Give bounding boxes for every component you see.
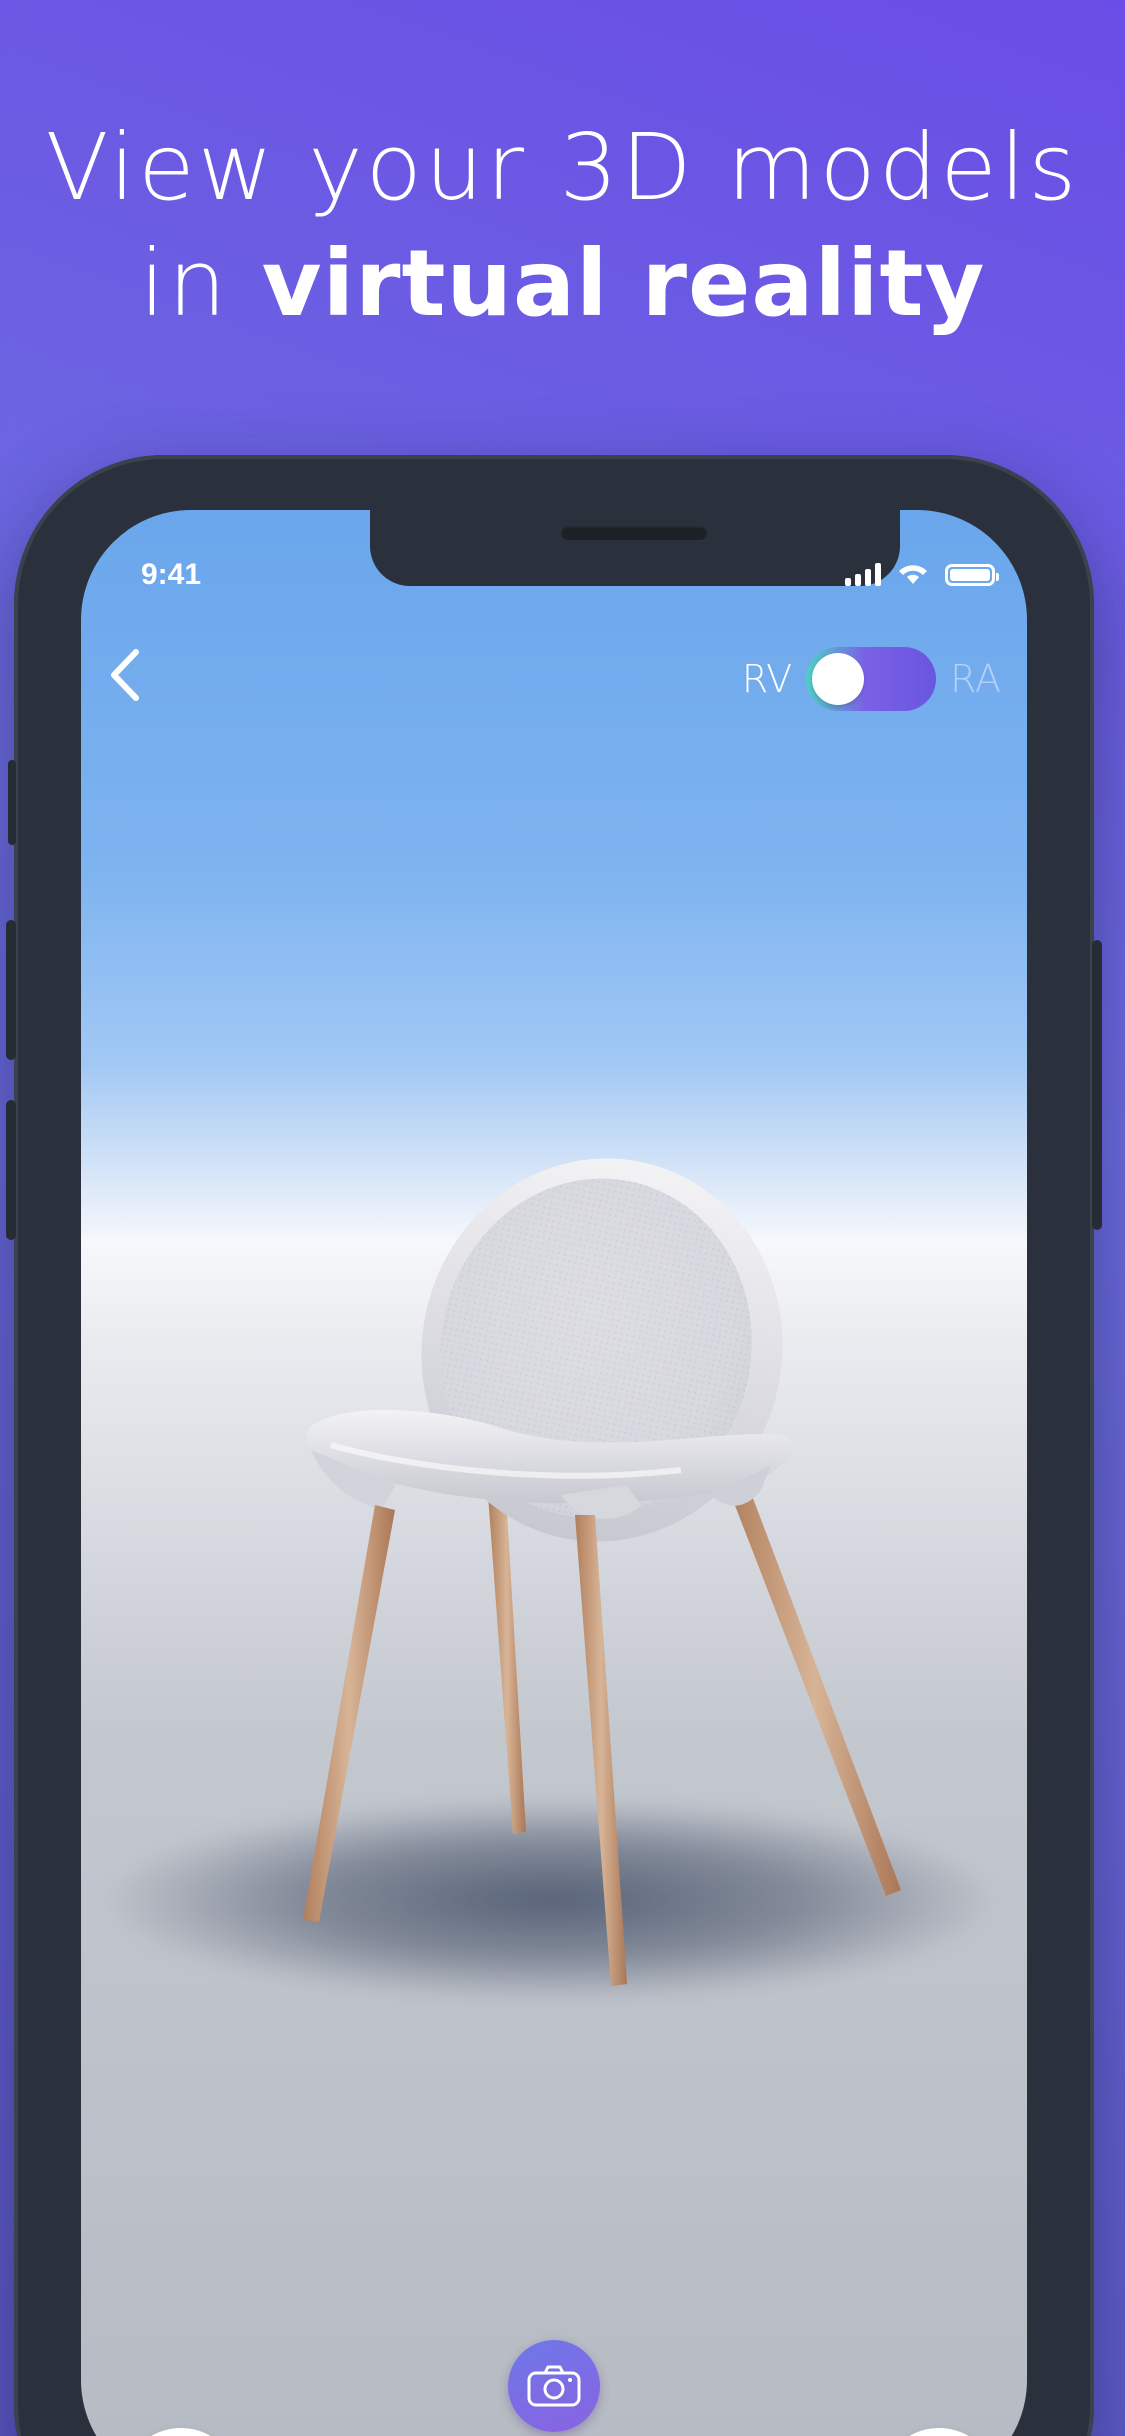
- status-time: 9:41: [141, 558, 202, 591]
- chevron-left-icon: [111, 649, 139, 701]
- view-mode-toggle: RV RA: [742, 647, 1001, 711]
- chair-leg-back-right: [729, 1485, 901, 1896]
- phone-volume-down: [6, 1100, 16, 1240]
- chair-leg-front-left: [303, 1505, 395, 1922]
- app-screen: 9:41 RV RA: [81, 510, 1027, 2436]
- wifi-icon: [899, 565, 927, 584]
- headline-line-2: in virtual reality: [0, 226, 1125, 342]
- headline-bold-text: virtual reality: [261, 230, 986, 337]
- capture-button[interactable]: [508, 2340, 600, 2432]
- phone-volume-up: [6, 920, 16, 1060]
- battery-icon: [945, 564, 999, 586]
- mode-label-ra[interactable]: RA: [950, 657, 1001, 701]
- phone-power-button: [1092, 940, 1102, 1230]
- promo-headline: View your 3D models in virtual reality: [0, 110, 1125, 342]
- mode-label-rv[interactable]: RV: [742, 657, 792, 701]
- chair-leg-back-left: [488, 1495, 526, 1834]
- earpiece-speaker: [561, 526, 707, 540]
- chair-model[interactable]: [81, 510, 1027, 2436]
- device-notch: [370, 510, 900, 586]
- view-mode-switch[interactable]: [806, 647, 937, 711]
- back-button[interactable]: [91, 640, 161, 710]
- phone-mute-switch: [8, 760, 16, 845]
- status-icons: [845, 560, 999, 586]
- camera-icon: [527, 2365, 581, 2407]
- headline-in-text: in: [139, 230, 262, 337]
- switch-knob[interactable]: [812, 653, 865, 705]
- headline-line-1: View your 3D models: [45, 114, 1080, 221]
- cellular-signal-icon: [845, 562, 881, 586]
- chair-leg-front-right: [575, 1515, 627, 1986]
